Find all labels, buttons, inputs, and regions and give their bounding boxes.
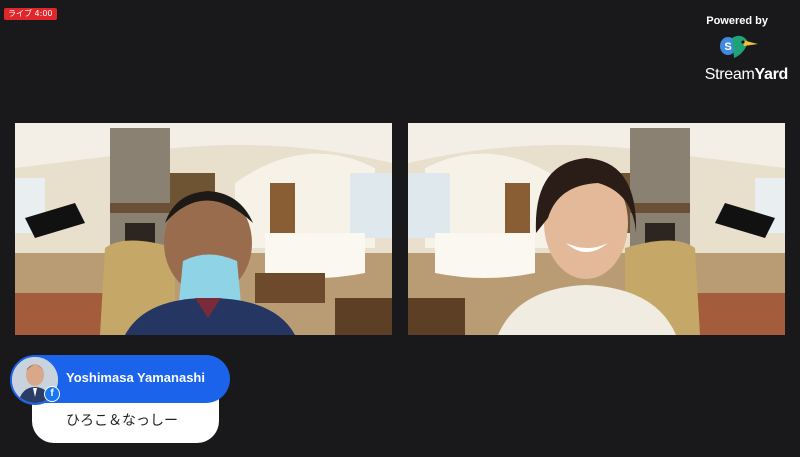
live-timer-badge: ライブ 4:00 (4, 8, 57, 20)
participant-video-left (15, 123, 392, 335)
facebook-icon: f (44, 386, 60, 402)
participant-video-feed (408, 123, 785, 335)
participant-video-right (408, 123, 785, 335)
streamyard-wordmark: StreamYard (704, 66, 789, 83)
powered-by-label: Powered by (706, 15, 768, 27)
comment-author-name: Yoshimasa Yamanashi (66, 370, 205, 385)
participant-video-feed (15, 123, 392, 335)
streamyard-branding: Powered by S StreamYard (678, 12, 789, 92)
svg-text:S: S (724, 41, 731, 53)
comment-message-text: ひろこ＆なっしー (66, 413, 178, 429)
streamyard-bird-icon: S (720, 35, 758, 58)
comment-message-bubble: ひろこ＆なっしー (32, 398, 219, 443)
